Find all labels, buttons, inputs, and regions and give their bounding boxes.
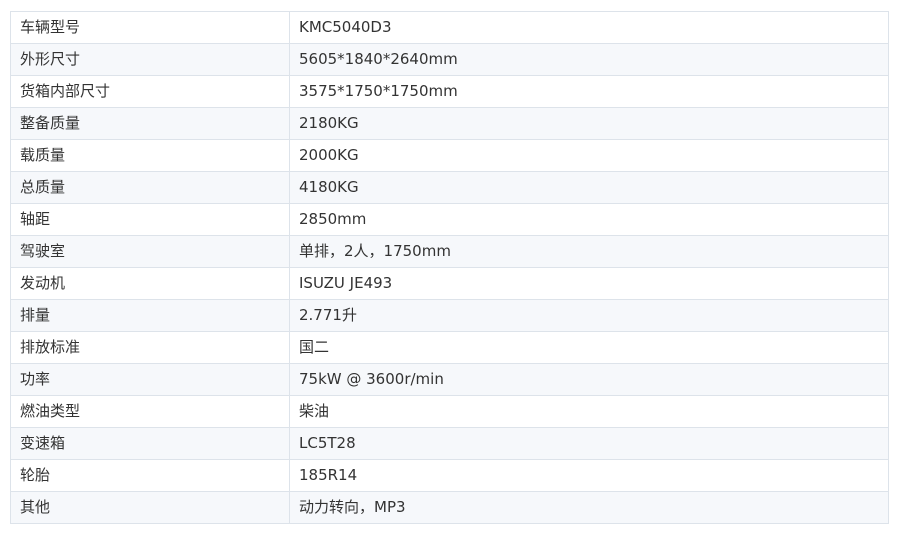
- spec-label: 外形尺寸: [10, 43, 290, 76]
- spec-label: 整备质量: [10, 107, 290, 140]
- table-row: 排放标准 国二: [10, 331, 889, 364]
- spec-value: 国二: [289, 331, 889, 364]
- table-row: 功率 75kW @ 3600r/min: [10, 363, 889, 396]
- table-row: 排量 2.771升: [10, 299, 889, 332]
- spec-label: 发动机: [10, 267, 290, 300]
- vehicle-spec-table: 车辆型号 KMC5040D3 外形尺寸 5605*1840*2640mm 货箱内…: [10, 11, 889, 524]
- table-row: 变速箱 LC5T28: [10, 427, 889, 460]
- spec-value: KMC5040D3: [289, 11, 889, 44]
- spec-label: 变速箱: [10, 427, 290, 460]
- spec-label: 排放标准: [10, 331, 290, 364]
- spec-label: 总质量: [10, 171, 290, 204]
- spec-label: 功率: [10, 363, 290, 396]
- table-row: 其他 动力转向，MP3: [10, 491, 889, 524]
- spec-value: 4180KG: [289, 171, 889, 204]
- spec-label: 其他: [10, 491, 290, 524]
- spec-value: 2000KG: [289, 139, 889, 172]
- spec-value: 185R14: [289, 459, 889, 492]
- spec-value: 动力转向，MP3: [289, 491, 889, 524]
- spec-value: 2180KG: [289, 107, 889, 140]
- spec-value: 5605*1840*2640mm: [289, 43, 889, 76]
- spec-label: 驾驶室: [10, 235, 290, 268]
- table-row: 载质量 2000KG: [10, 139, 889, 172]
- table-row: 燃油类型 柴油: [10, 395, 889, 428]
- spec-label: 货箱内部尺寸: [10, 75, 290, 108]
- spec-table-body: 车辆型号 KMC5040D3 外形尺寸 5605*1840*2640mm 货箱内…: [10, 11, 889, 524]
- table-row: 轴距 2850mm: [10, 203, 889, 236]
- table-row: 发动机 ISUZU JE493: [10, 267, 889, 300]
- spec-label: 车辆型号: [10, 11, 290, 44]
- spec-value: 75kW @ 3600r/min: [289, 363, 889, 396]
- table-row: 整备质量 2180KG: [10, 107, 889, 140]
- spec-value: 2850mm: [289, 203, 889, 236]
- spec-label: 燃油类型: [10, 395, 290, 428]
- spec-label: 轴距: [10, 203, 290, 236]
- table-row: 总质量 4180KG: [10, 171, 889, 204]
- spec-value: ISUZU JE493: [289, 267, 889, 300]
- table-row: 轮胎 185R14: [10, 459, 889, 492]
- spec-value: 单排，2人，1750mm: [289, 235, 889, 268]
- spec-value: 3575*1750*1750mm: [289, 75, 889, 108]
- spec-label: 排量: [10, 299, 290, 332]
- table-row: 驾驶室 单排，2人，1750mm: [10, 235, 889, 268]
- spec-label: 轮胎: [10, 459, 290, 492]
- table-row: 外形尺寸 5605*1840*2640mm: [10, 43, 889, 76]
- spec-value: 2.771升: [289, 299, 889, 332]
- table-row: 货箱内部尺寸 3575*1750*1750mm: [10, 75, 889, 108]
- spec-label: 载质量: [10, 139, 290, 172]
- spec-value: 柴油: [289, 395, 889, 428]
- table-row: 车辆型号 KMC5040D3: [10, 11, 889, 44]
- spec-value: LC5T28: [289, 427, 889, 460]
